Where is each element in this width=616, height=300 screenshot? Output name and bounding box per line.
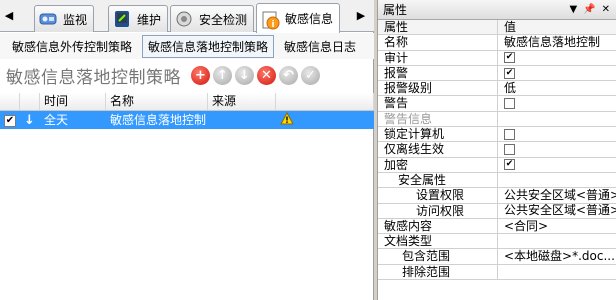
delete-policy-button[interactable]: ✕ [257,65,276,85]
properties-panel: 属性 ▼ 📌 ✕ 属性 值 名称 敏感信息落地控制 审计 ✔ 报警 ✔ 报警级别… [377,0,616,300]
property-row-access-permission[interactable]: 访问权限 公共安全区域<普通> [378,203,616,219]
property-row-lock-computer[interactable]: 锁定计算机 [378,127,616,143]
properties-panel-titlebar: 属性 ▼ 📌 ✕ [378,0,616,20]
tab-sensitive-info[interactable]: i 敏感信息 [256,3,341,33]
close-icon[interactable]: ✕ [602,4,610,15]
property-row-name[interactable]: 名称 敏感信息落地控制 [378,35,616,51]
property-row-encrypt[interactable]: 加密 ✔ [378,157,616,173]
access-permission-value[interactable]: 公共安全区域<普通> [498,204,616,218]
policy-toolbar: + ↑ ↓ ✕ ↶ ✓ [191,65,320,85]
maintenance-icon [113,10,133,28]
property-value-name[interactable]: 敏感信息落地控制 [498,35,616,49]
undo-button[interactable]: ↶ [279,65,298,85]
policy-pane: ◀ 监视 维护 安全检测 i 敏感信息 ▶ 敏感信息外传控制策略 敏感信息落地控… [0,0,374,300]
alarm-level-value[interactable]: 低 [498,81,616,95]
property-row-offline-only[interactable]: 仅离线生效 [378,142,616,158]
lock-computer-checkbox[interactable] [504,128,515,140]
column-header-source[interactable]: 来源 [208,93,276,110]
property-group-security[interactable]: 安全属性 [378,172,616,189]
add-policy-button[interactable]: + [191,65,210,85]
warning-checkbox[interactable] [504,98,515,110]
property-row-doc-type[interactable]: 文档类型 [378,234,616,250]
security-check-icon [175,10,195,28]
encrypt-checkbox[interactable]: ✔ [504,159,515,171]
policy-subtabs: 敏感信息外传控制策略 敏感信息落地控制策略 敏感信息日志 [0,33,374,59]
subtab-outgoing-policy[interactable]: 敏感信息外传控制策略 [6,35,138,58]
exclude-scope-value[interactable] [498,265,616,279]
warning-icon [280,111,294,130]
property-row-alarm-level[interactable]: 报警级别 低 [378,81,616,97]
move-down-button[interactable]: ↓ [235,65,254,85]
main-tabstrip: ◀ 监视 维护 安全检测 i 敏感信息 ▶ [0,0,374,33]
row-enable-checkbox[interactable]: ✔ [4,114,16,127]
row-time: 全天 [44,113,69,127]
sensitive-content-value[interactable]: <合同> [498,219,616,233]
tab-security-check[interactable]: 安全检测 [170,5,255,32]
page-header: 敏感信息落地控制策略 + ↑ ↓ ✕ ↶ ✓ [0,60,374,90]
policy-table: 时间 名称 来源 ✔ ↓ 全天 敏感信息落地控制 [0,93,374,129]
apply-button[interactable]: ✓ [301,65,320,85]
column-header-name[interactable]: 名称 [106,93,208,110]
include-scope-value[interactable]: <本地磁盘>*.doc... [498,249,616,263]
tab-monitor[interactable]: 监视 [34,5,95,32]
svg-text:i: i [271,20,274,30]
subtab-sensitive-log[interactable]: 敏感信息日志 [278,35,362,58]
tab-maintenance[interactable]: 维护 [108,5,169,32]
property-row-alarm[interactable]: 报警 ✔ [378,65,616,82]
pin-icon[interactable]: 📌 [583,4,595,15]
property-row-audit[interactable]: 审计 ✔ [378,50,616,66]
panel-title: 属性 [383,3,408,17]
property-row-sensitive-content[interactable]: 敏感内容 <合同> [378,218,616,235]
subtab-landing-policy[interactable]: 敏感信息落地控制策略 [142,34,275,58]
property-row-include-scope[interactable]: 包含范围 <本地磁盘>*.doc... [378,249,616,265]
property-row-warning-message: 警告信息 [378,111,616,128]
property-row-warning[interactable]: 警告 [378,96,616,112]
property-row-exclude-scope[interactable]: 排除范围 [378,264,616,281]
sensitive-info-icon: i [261,10,281,30]
table-row[interactable]: ✔ ↓ 全天 敏感信息落地控制 [0,111,374,129]
offline-only-checkbox[interactable] [504,144,515,156]
audit-checkbox[interactable]: ✔ [504,52,515,64]
column-header-time[interactable]: 时间 [40,93,106,110]
arrow-down-icon: ↓ [24,112,35,128]
property-grid: 属性 值 名称 敏感信息落地控制 审计 ✔ 报警 ✔ 报警级别 低 警告 警告信… [378,20,616,281]
tab-scroll-right-button[interactable]: ▶ [354,7,368,25]
set-permission-value[interactable]: 公共安全区域<普通> [498,188,616,202]
table-header: 时间 名称 来源 [0,93,374,111]
dropdown-icon[interactable]: ▼ [569,4,577,15]
row-name: 敏感信息落地控制 [110,113,207,127]
monitor-icon [39,10,59,28]
property-grid-header: 属性 值 [378,20,616,36]
page-title: 敏感信息落地控制策略 [6,67,181,88]
alarm-checkbox[interactable]: ✔ [504,67,515,79]
tab-scroll-left-button[interactable]: ◀ [2,7,16,25]
property-row-set-permission[interactable]: 设置权限 公共安全区域<普通> [378,188,616,204]
move-up-button[interactable]: ↑ [213,65,232,85]
